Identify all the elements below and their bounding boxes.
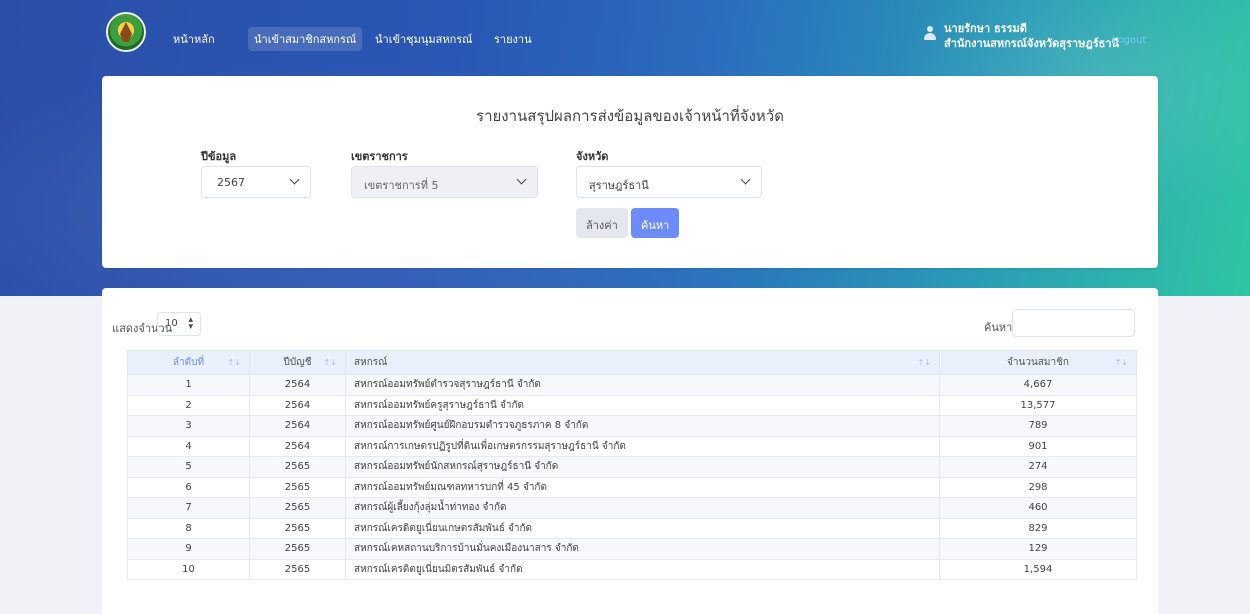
row-cooperative-name: สหกรณ์ผู้เลี้ยงกุ้งลุ่มน้ำท่าทอง จำกัด (345, 497, 940, 519)
row-fiscal-year: 2565 (249, 538, 346, 560)
row-member-count: 13,577 (939, 394, 1137, 416)
page-length-value: 10 (165, 318, 178, 329)
row-index: 9 (127, 538, 250, 560)
row-fiscal-year: 2565 (249, 497, 346, 519)
nav-import-groups[interactable]: นำเข้าชุมนุมสหกรณ์ (375, 30, 472, 48)
year-select[interactable]: 2567 (201, 166, 311, 198)
row-index: 5 (127, 456, 250, 478)
column-header-cooperative[interactable]: สหกรณ์ ↑↓ (345, 350, 940, 375)
row-cooperative-name: สหกรณ์ออมทรัพย์ครูสุราษฎร์ธานี จำกัด (345, 394, 940, 416)
chevron-down-icon (289, 174, 300, 185)
results-card: แสดงจำนวน 10 ▴ ▾ ค้นหา: ลำดับที่ ↑↓ ปีบัญ… (102, 288, 1158, 614)
table-row[interactable]: 2 2564 สหกรณ์ออมทรัพย์ครูสุราษฎร์ธานี จำกั… (127, 394, 1137, 416)
results-table: ลำดับที่ ↑↓ ปีบัญชี ↑↓ สหกรณ์ ↑↓ จำนวนสม… (127, 350, 1137, 580)
sort-icon: ↑↓ (323, 358, 337, 367)
row-fiscal-year: 2565 (249, 517, 346, 539)
sort-icon: ↑↓ (1114, 358, 1128, 367)
page-length-select[interactable]: 10 ▴ ▾ (157, 312, 201, 336)
row-member-count: 789 (939, 415, 1137, 437)
row-member-count: 829 (939, 517, 1137, 539)
row-cooperative-name: สหกรณ์เคหสถานบริการบ้านมั่นคงเมืองนาสาร … (345, 538, 940, 560)
region-label: เขตราชการ (351, 150, 408, 163)
row-cooperative-name: สหกรณ์ออมทรัพย์ตำรวจสุราษฎร์ธานี จำกัด (345, 374, 940, 396)
province-select-value: สุราษฎร์ธานี (589, 179, 649, 192)
year-label: ปีข้อมูล (201, 150, 237, 163)
logo-emblem[interactable] (106, 12, 146, 52)
row-index: 7 (127, 497, 250, 519)
row-index: 2 (127, 394, 250, 416)
stepper-arrows-icon: ▴ ▾ (188, 315, 193, 332)
row-fiscal-year: 2564 (249, 394, 346, 416)
row-fiscal-year: 2565 (249, 456, 346, 478)
reset-button[interactable]: ล้างค่า (576, 208, 628, 238)
nav-home[interactable]: หน้าหลัก (173, 30, 215, 48)
province-select[interactable]: สุราษฎร์ธานี (576, 166, 762, 198)
row-cooperative-name: สหกรณ์ออมทรัพย์มณฑลทหารบกที่ 45 จำกัด (345, 476, 940, 498)
row-fiscal-year: 2565 (249, 476, 346, 498)
table-row[interactable]: 8 2565 สหกรณ์เครดิตยูเนี่ยนเกษตรสัมพันธ์ จ… (127, 517, 1137, 539)
filter-card: รายงานสรุปผลการส่งข้อมูลของเจ้าหน้าที่จั… (102, 76, 1158, 268)
province-label: จังหวัด (576, 150, 609, 163)
row-member-count: 274 (939, 456, 1137, 478)
table-row[interactable]: 4 2564 สหกรณ์การเกษตรปฏิรูปที่ดินเพื่อเกษต… (127, 435, 1137, 457)
row-index: 6 (127, 476, 250, 498)
table-row[interactable]: 10 2565 สหกรณ์เครดิตยูเนี่ยนมิตรสัมพันธ์ จ… (127, 558, 1137, 580)
row-cooperative-name: สหกรณ์ออมทรัพย์ศูนย์ฝึกอบรมตำรวจภูธรภาค … (345, 415, 940, 437)
report-title: รายงานสรุปผลการส่งข้อมูลของเจ้าหน้าที่จั… (476, 107, 784, 125)
row-index: 3 (127, 415, 250, 437)
row-cooperative-name: สหกรณ์ออมทรัพย์นักสหกรณ์สุราษฎร์ธานี จำก… (345, 456, 940, 478)
year-select-value: 2567 (217, 176, 245, 189)
chevron-down-icon (740, 174, 751, 185)
user-icon (924, 26, 936, 40)
row-member-count: 4,667 (939, 374, 1137, 396)
table-row[interactable]: 6 2565 สหกรณ์ออมทรัพย์มณฑลทหารบกที่ 45 จำก… (127, 476, 1137, 498)
row-cooperative-name: สหกรณ์การเกษตรปฏิรูปที่ดินเพื่อเกษตรกรรม… (345, 435, 940, 457)
nav-report[interactable]: รายงาน (494, 30, 532, 48)
sort-icon: ↑↓ (917, 358, 931, 367)
table-row[interactable]: 1 2564 สหกรณ์ออมทรัพย์ตำรวจสุราษฎร์ธานี จำ… (127, 374, 1137, 396)
column-header-year[interactable]: ปีบัญชี ↑↓ (249, 350, 346, 375)
row-fiscal-year: 2564 (249, 415, 346, 437)
column-header-index[interactable]: ลำดับที่ ↑↓ (127, 350, 250, 375)
row-fiscal-year: 2564 (249, 374, 346, 396)
row-member-count: 460 (939, 497, 1137, 519)
row-member-count: 1,594 (939, 558, 1137, 580)
logout-link[interactable]: Logout (1112, 35, 1146, 46)
row-member-count: 129 (939, 538, 1137, 560)
row-cooperative-name: สหกรณ์เครดิตยูเนี่ยนเกษตรสัมพันธ์ จำกัด (345, 517, 940, 539)
table-row[interactable]: 9 2565 สหกรณ์เคหสถานบริการบ้านมั่นคงเมืองน… (127, 538, 1137, 560)
row-index: 4 (127, 435, 250, 457)
table-row[interactable]: 3 2564 สหกรณ์ออมทรัพย์ศูนย์ฝึกอบรมตำรวจภูธ… (127, 415, 1137, 437)
table-search-input[interactable] (1012, 309, 1135, 337)
region-select[interactable]: เขตราชการที่ 5 (351, 166, 538, 198)
row-index: 8 (127, 517, 250, 539)
row-index: 10 (127, 558, 250, 580)
row-index: 1 (127, 374, 250, 396)
row-cooperative-name: สหกรณ์เครดิตยูเนี่ยนมิตรสัมพันธ์ จำกัด (345, 558, 940, 580)
table-row[interactable]: 7 2565 สหกรณ์ผู้เลี้ยงกุ้งลุ่มน้ำท่าทอง จำ… (127, 497, 1137, 519)
chevron-down-icon (516, 174, 527, 185)
user-org: สำนักงานสหกรณ์จังหวัดสุราษฎร์ธานี (944, 37, 1120, 50)
row-fiscal-year: 2565 (249, 558, 346, 580)
row-member-count: 298 (939, 476, 1137, 498)
row-member-count: 901 (939, 435, 1137, 457)
column-header-members[interactable]: จำนวนสมาชิก ↑↓ (939, 350, 1137, 375)
row-fiscal-year: 2564 (249, 435, 346, 457)
search-button[interactable]: ค้นหา (631, 208, 680, 238)
sort-icon: ↑↓ (227, 358, 241, 367)
region-select-value: เขตราชการที่ 5 (364, 179, 439, 192)
table-row[interactable]: 5 2565 สหกรณ์ออมทรัพย์นักสหกรณ์สุราษฎร์ธาน… (127, 456, 1137, 478)
nav-import-members[interactable]: นำเข้าสมาชิกสหกรณ์ (248, 27, 363, 51)
top-navbar: หน้าหลัก นำเข้าสมาชิกสหกรณ์ นำเข้าชุมนุม… (0, 0, 1250, 68)
table-header-row: ลำดับที่ ↑↓ ปีบัญชี ↑↓ สหกรณ์ ↑↓ จำนวนสม… (127, 350, 1137, 375)
